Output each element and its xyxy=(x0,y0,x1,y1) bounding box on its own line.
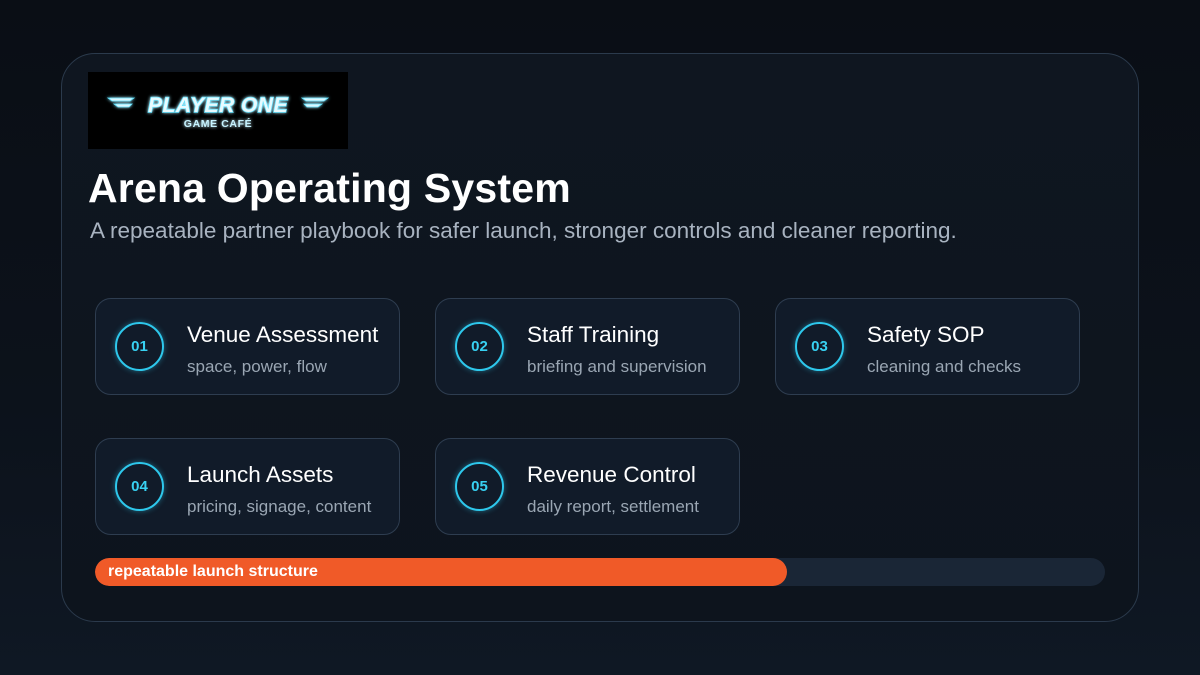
step-detail: daily report, settlement xyxy=(527,497,699,516)
step-card-venue-assessment: 01 Venue Assessment space, power, flow xyxy=(95,298,400,395)
step-number-badge: 04 xyxy=(115,462,164,511)
page-subtitle: A repeatable partner playbook for safer … xyxy=(90,218,957,243)
step-title: Safety SOP xyxy=(867,322,985,347)
step-number-badge: 01 xyxy=(115,322,164,371)
step-number-badge: 02 xyxy=(455,322,504,371)
step-title: Revenue Control xyxy=(527,462,696,487)
step-card-safety-sop: 03 Safety SOP cleaning and checks xyxy=(775,298,1080,395)
step-detail: pricing, signage, content xyxy=(187,497,372,516)
logo-right-wing-bottom xyxy=(303,103,324,108)
progress-bar: repeatable launch structure xyxy=(95,558,1105,586)
logo-secondary-text: GAME CAFÉ xyxy=(184,117,252,130)
logo-left-wing-top xyxy=(106,97,136,102)
logo-right-wing-top xyxy=(300,97,330,102)
step-number-badge: 05 xyxy=(455,462,504,511)
step-card-revenue-control: 05 Revenue Control daily report, settlem… xyxy=(435,438,740,535)
step-detail: briefing and supervision xyxy=(527,357,707,376)
step-card-launch-assets: 04 Launch Assets pricing, signage, conte… xyxy=(95,438,400,535)
step-detail: cleaning and checks xyxy=(867,357,1022,376)
logo-left-wing-bottom xyxy=(112,103,133,108)
progress-label: repeatable launch structure xyxy=(108,563,318,580)
player-one-logo: PLAYER ONE GAME CAFÉ xyxy=(88,72,348,149)
page-title: Arena Operating System xyxy=(88,165,571,211)
logo-graphic: PLAYER ONE GAME CAFÉ xyxy=(106,93,330,130)
step-title: Venue Assessment xyxy=(187,322,379,347)
step-title: Staff Training xyxy=(527,322,660,347)
step-title: Launch Assets xyxy=(187,462,334,487)
logo-primary-text: PLAYER ONE xyxy=(148,94,288,117)
step-number-badge: 03 xyxy=(795,322,844,371)
step-detail: space, power, flow xyxy=(187,357,327,376)
step-card-staff-training: 02 Staff Training briefing and supervisi… xyxy=(435,298,740,395)
